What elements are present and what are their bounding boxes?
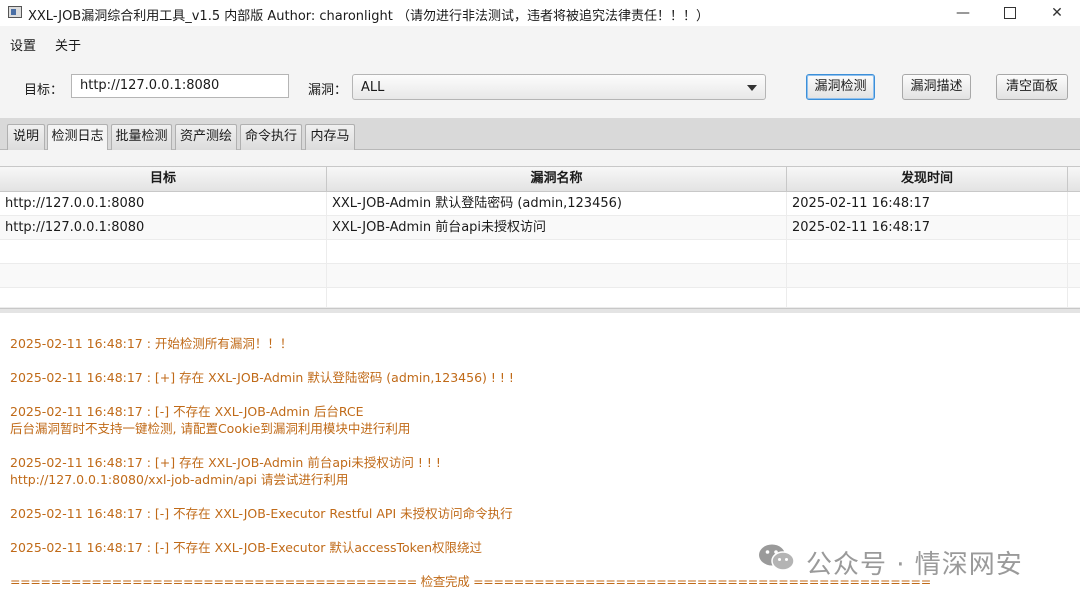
window-title: XXL-JOB漏洞综合利用工具_v1.5 内部版 Author: charonl… bbox=[28, 9, 709, 24]
menu-bar: 设置 关于 bbox=[0, 28, 1080, 56]
table-header: 目标 漏洞名称 发现时间 bbox=[0, 166, 1080, 192]
minimize-button[interactable]: — bbox=[940, 0, 986, 26]
vuln-label: 漏洞： bbox=[308, 83, 348, 98]
table-row[interactable]: http://127.0.0.1:8080 XXL-JOB-Admin 默认登陆… bbox=[0, 192, 1080, 216]
menu-about[interactable]: 关于 bbox=[55, 35, 81, 54]
table-row-empty bbox=[0, 240, 1080, 264]
tab-readme[interactable]: 说明 bbox=[7, 124, 45, 150]
app-icon bbox=[8, 6, 22, 18]
cell-found-time: 2025-02-11 16:48:17 bbox=[787, 192, 1068, 215]
empty-cell bbox=[327, 240, 787, 263]
maximize-icon bbox=[1004, 7, 1016, 19]
cell-target: http://127.0.0.1:8080 bbox=[0, 192, 327, 215]
wechat-icon bbox=[759, 544, 795, 571]
log-line: 2025-02-11 16:48:17 : [-] 不存在 XXL-JOB-Ex… bbox=[10, 540, 483, 555]
tab-asset-mapping[interactable]: 资产测绘 bbox=[175, 124, 237, 150]
title-bar: XXL-JOB漏洞综合利用工具_v1.5 内部版 Author: charonl… bbox=[0, 0, 1080, 26]
clear-button[interactable]: 清空面板 bbox=[996, 74, 1068, 100]
maximize-button[interactable] bbox=[987, 0, 1033, 26]
empty-cell bbox=[327, 264, 787, 287]
cell-vuln-name: XXL-JOB-Admin 前台api未授权访问 bbox=[327, 216, 787, 239]
detect-button[interactable]: 漏洞检测 bbox=[806, 74, 875, 100]
table-row-empty bbox=[0, 288, 1080, 311]
tab-command-exec[interactable]: 命令执行 bbox=[240, 124, 302, 150]
target-input[interactable]: http://127.0.0.1:8080 bbox=[71, 74, 289, 98]
log-line: 2025-02-11 16:48:17 : 开始检测所有漏洞！！！ bbox=[10, 336, 293, 351]
table-row[interactable]: http://127.0.0.1:8080 XXL-JOB-Admin 前台ap… bbox=[0, 216, 1080, 240]
cell-vuln-name: XXL-JOB-Admin 默认登陆密码 (admin,123456) bbox=[327, 192, 787, 215]
tab-memshell[interactable]: 内存马 bbox=[305, 124, 355, 150]
log-line: 2025-02-11 16:48:17 : [+] 存在 XXL-JOB-Adm… bbox=[10, 370, 514, 385]
watermark-text: 公众号 · 情深网安 bbox=[806, 550, 1023, 580]
empty-cell bbox=[0, 264, 327, 287]
tab-batch-detect[interactable]: 批量检测 bbox=[111, 124, 172, 150]
empty-cell bbox=[787, 264, 1068, 287]
describe-button[interactable]: 漏洞描述 bbox=[902, 74, 971, 100]
log-line: 2025-02-11 16:48:17 : [-] 不存在 XXL-JOB-Ex… bbox=[10, 506, 513, 521]
log-line: 后台漏洞暂时不支持一键检测, 请配置Cookie到漏洞利用模块中进行利用 bbox=[10, 421, 411, 436]
target-label: 目标： bbox=[24, 83, 64, 98]
column-header-found-time[interactable]: 发现时间 bbox=[787, 167, 1068, 191]
chevron-down-icon[interactable] bbox=[747, 85, 757, 91]
log-line: ========================================… bbox=[10, 574, 931, 589]
cell-target: http://127.0.0.1:8080 bbox=[0, 216, 327, 239]
log-line: http://127.0.0.1:8080/xxl-job-admin/api … bbox=[10, 472, 349, 487]
table-row-empty bbox=[0, 264, 1080, 288]
empty-cell bbox=[787, 240, 1068, 263]
close-button[interactable]: ✕ bbox=[1034, 0, 1080, 26]
cell-found-time: 2025-02-11 16:48:17 bbox=[787, 216, 1068, 239]
tab-detect-log[interactable]: 检测日志 bbox=[47, 124, 108, 151]
column-header-target[interactable]: 目标 bbox=[0, 167, 327, 191]
column-header-vuln-name[interactable]: 漏洞名称 bbox=[327, 167, 787, 191]
empty-cell bbox=[0, 240, 327, 263]
vuln-select-value: ALL bbox=[361, 80, 385, 95]
vuln-select[interactable]: ALL bbox=[352, 74, 766, 100]
menu-settings[interactable]: 设置 bbox=[10, 35, 36, 54]
